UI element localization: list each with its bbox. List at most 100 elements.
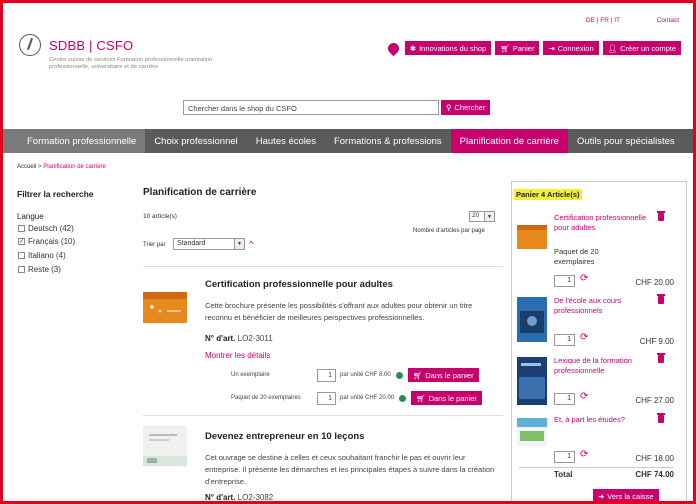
filter-deutsch[interactable]: Deutsch (42) — [18, 224, 74, 233]
cart-total-label: Total — [554, 470, 573, 479]
refresh-icon[interactable]: ⟳ — [580, 450, 588, 460]
nav-hautes-ecoles[interactable]: Hautes écoles — [247, 129, 325, 153]
add-to-cart-button[interactable]: 🛒︎ Dans le panier — [411, 391, 482, 405]
product-thumbnail[interactable] — [143, 426, 187, 466]
filter-reste[interactable]: Reste (3) — [18, 265, 61, 274]
per-page-label: Nombre d'articles par page — [413, 228, 485, 234]
language-switcher[interactable]: DE | FR | IT — [586, 17, 620, 24]
trash-icon[interactable] — [657, 353, 665, 363]
cart-icon: 🛒︎ — [416, 393, 426, 403]
checkout-button[interactable]: ➜ Vers la caisse — [593, 489, 659, 501]
cart-quantity-input[interactable]: 1 — [554, 275, 575, 287]
order-option-row: Paquet de 20 exemplaires 1 par unité CHF… — [231, 391, 482, 405]
sort-direction-icon[interactable]: ^ — [249, 239, 253, 249]
cart-icon: 🛒︎ — [412, 370, 423, 380]
refresh-icon[interactable]: ⟳ — [580, 333, 588, 343]
quantity-input[interactable]: 1 — [317, 368, 336, 382]
product-article-number: N° d'art. LO2-3082 — [205, 493, 274, 502]
cart-item-title[interactable]: Et, à part les études? — [554, 415, 654, 425]
checkbox[interactable] — [18, 225, 25, 232]
checkbox[interactable] — [18, 252, 25, 259]
cart-item-price: CHF 9.00 — [639, 337, 674, 346]
cart-item-price: CHF 18.00 — [635, 454, 674, 463]
filter-francais[interactable]: ✓ Français (10) — [18, 237, 75, 246]
create-account-button[interactable]: 👤︎ Créer un compte — [602, 41, 681, 55]
quantity-input[interactable]: 1 — [317, 391, 336, 405]
trash-icon[interactable] — [657, 211, 665, 221]
trash-icon[interactable] — [657, 413, 665, 423]
filter-italiano[interactable]: Italiano (4) — [18, 251, 66, 260]
cart-total-value: CHF 74.00 — [635, 470, 674, 479]
nav-choix-professionnel[interactable]: Choix professionnel — [145, 129, 246, 153]
cart-quantity-input[interactable]: 1 — [554, 393, 575, 405]
cart-item-title[interactable]: Certification professionnelle pour adult… — [554, 213, 654, 233]
checkbox[interactable] — [18, 266, 25, 273]
add-to-cart-button[interactable]: 🛒︎ Dans le panier — [407, 368, 479, 382]
per-page-select[interactable]: 20 ▼ — [469, 211, 495, 222]
breadcrumb-current: Planification de carrière — [43, 164, 106, 170]
cart-item-price: CHF 20.00 — [635, 278, 674, 287]
refresh-icon[interactable]: ⟳ — [580, 392, 588, 402]
cart-quantity-input[interactable]: 1 — [554, 451, 575, 463]
divider — [143, 415, 503, 416]
article-count: 10 article(s) — [143, 213, 177, 220]
header-actions: ✱ Innovations du shop 🛒︎ Panier ⇥ Connexion… — [385, 40, 681, 56]
product-thumbnail[interactable] — [143, 292, 187, 323]
filter-title: Filtrer la recherche — [17, 189, 94, 199]
sort-select[interactable]: Standard ▼ — [173, 238, 245, 250]
cart-item-title[interactable]: Lexique de la formation professionnelle — [554, 356, 654, 376]
product-description: Cet ouvrage se destine à celles et ceux … — [205, 453, 495, 486]
filter-group-label: Langue — [17, 212, 44, 221]
innovations-button[interactable]: ✱ Innovations du shop — [404, 41, 492, 55]
refresh-icon[interactable]: ⟳ — [580, 274, 588, 284]
availability-dot — [399, 394, 407, 402]
nav-formation-professionnelle[interactable]: Formation professionnelle — [3, 129, 146, 153]
order-option-row: Un exemplaire 1 par unité CHF 8.00 🛒︎ Dan… — [231, 368, 479, 382]
trash-icon[interactable] — [657, 294, 665, 304]
breadcrumb: Accueil > Planification de carrière — [17, 164, 106, 170]
nav-formations-professions[interactable]: Formations & professions — [325, 129, 451, 153]
chevron-down-icon: ▼ — [234, 239, 244, 249]
nav-planification-carriere[interactable]: Planification de carrière — [450, 129, 568, 153]
search-icon: ⚲ — [446, 103, 452, 112]
product-title[interactable]: Certification professionnelle pour adult… — [205, 279, 393, 290]
cart-item-note: Paquet de 20 exemplaires — [554, 247, 599, 266]
user-icon: 👤︎ — [607, 43, 618, 53]
show-details-link[interactable]: Montrer les détails — [205, 351, 270, 360]
brand-name[interactable]: SDBB | CSFO — [49, 38, 133, 53]
cart-item-thumbnail[interactable] — [517, 297, 547, 342]
product-description: Cette brochure présente les possibilités… — [205, 301, 473, 322]
login-icon: ⇥ — [548, 43, 555, 53]
page-frame: SDBB | CSFO Centre suisse de services Fo… — [0, 0, 696, 504]
checkbox-checked[interactable]: ✓ — [18, 238, 25, 245]
availability-dot — [395, 371, 403, 379]
logo-icon[interactable] — [19, 34, 41, 56]
cart-item-title[interactable]: De l'école aux cours professionnels — [554, 296, 654, 316]
location-pin-icon — [385, 40, 402, 56]
chevron-down-icon: ▼ — [484, 212, 494, 221]
nav-outils-specialistes[interactable]: Outils pour spécialistes — [568, 129, 684, 153]
cart-quantity-input[interactable]: 1 — [554, 334, 575, 346]
cart-item-thumbnail[interactable] — [517, 357, 547, 405]
cart-item-price: CHF 27.00 — [635, 396, 674, 405]
product-article-number: N° d'art. LO2-3011 — [205, 334, 273, 343]
cart-button[interactable]: 🛒︎ Panier — [495, 41, 540, 55]
cart-item-thumbnail[interactable] — [517, 418, 547, 446]
sort-label: Trier par — [143, 242, 166, 248]
brand-tagline: Centre suisse de services Formation prof… — [49, 57, 213, 70]
cart-item-thumbnail[interactable] — [517, 225, 547, 249]
main-nav: Formation professionnelle Choix professi… — [3, 129, 693, 153]
search-input[interactable]: Chercher dans le shop du CSFO — [183, 100, 439, 115]
divider — [143, 266, 503, 267]
page-title: Planification de carrière — [143, 187, 257, 198]
divider — [519, 467, 673, 468]
star-icon: ✱ — [409, 43, 417, 53]
contact-link[interactable]: Contact — [657, 17, 679, 24]
cart-icon: 🛒︎ — [500, 43, 510, 53]
product-title[interactable]: Devenez entrepreneur en 10 leçons — [205, 431, 364, 442]
cart-title: Panier 4 Article(s) — [514, 189, 582, 200]
breadcrumb-home[interactable]: Accueil > — [17, 164, 42, 170]
search-button[interactable]: ⚲ Chercher — [441, 100, 491, 115]
arrow-right-icon: ➜ — [598, 491, 605, 501]
login-button[interactable]: ⇥ Connexion — [543, 41, 599, 55]
